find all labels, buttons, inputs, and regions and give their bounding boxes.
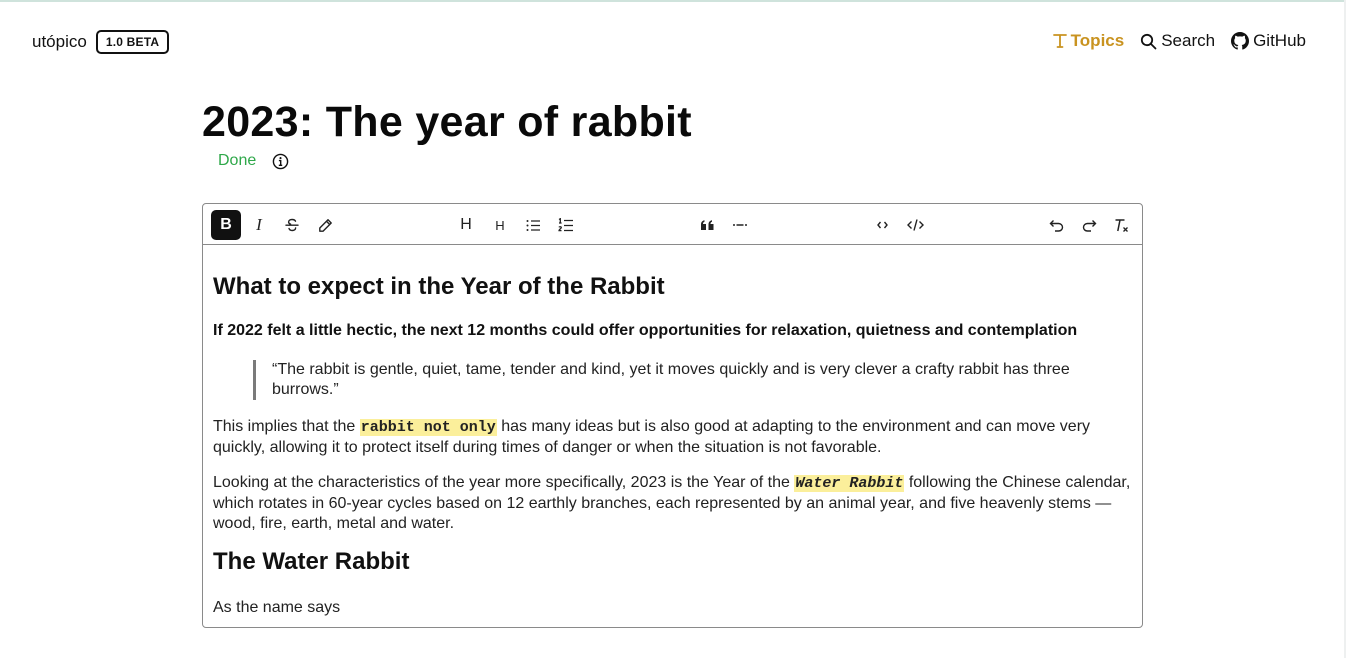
highlighted-code-2: Water Rabbit bbox=[794, 475, 905, 492]
horizontal-rule-button[interactable] bbox=[725, 210, 755, 240]
status-row: Done bbox=[218, 152, 289, 170]
main-nav: Topics Search GitHub bbox=[1052, 31, 1306, 51]
editor-toolbar: B I H H bbox=[203, 204, 1142, 245]
code-block-button[interactable] bbox=[900, 210, 930, 240]
strikethrough-icon bbox=[285, 218, 299, 232]
content-blockquote: “The rabbit is gentle, quiet, tame, tend… bbox=[253, 360, 1113, 400]
content-paragraph-3: As the name says bbox=[213, 599, 341, 616]
ordered-list-button[interactable] bbox=[551, 210, 581, 240]
heading-2-label: H bbox=[495, 217, 505, 233]
bold-button[interactable]: B bbox=[211, 210, 241, 240]
rich-text-editor[interactable]: B I H H What to expect in the Year of th… bbox=[202, 203, 1143, 628]
heading-1-label: H bbox=[460, 216, 472, 233]
github-icon bbox=[1231, 32, 1250, 50]
brand[interactable]: utópico 1.0 BETA bbox=[32, 30, 170, 54]
horizontal-rule-icon bbox=[732, 222, 748, 228]
search-icon bbox=[1140, 33, 1157, 50]
heading-2-button[interactable]: H bbox=[485, 210, 515, 240]
content-lead: If 2022 felt a little hectic, the next 1… bbox=[213, 322, 1078, 339]
ordered-list-icon bbox=[558, 217, 574, 233]
italic-label: I bbox=[256, 215, 262, 234]
version-badge: 1.0 BETA bbox=[95, 30, 170, 54]
status-label[interactable]: Done bbox=[218, 152, 256, 170]
content-heading-2: The Water Rabbit bbox=[213, 548, 410, 575]
strikethrough-button[interactable] bbox=[277, 210, 307, 240]
info-icon[interactable] bbox=[272, 153, 289, 170]
site-header: utópico 1.0 BETA Topics Search GitHub bbox=[0, 0, 1346, 84]
nav-topics-label: Topics bbox=[1070, 31, 1125, 50]
nav-search[interactable]: Search bbox=[1140, 31, 1215, 51]
code-icon bbox=[876, 220, 888, 230]
bullet-list-button[interactable] bbox=[518, 210, 548, 240]
code-button[interactable] bbox=[867, 210, 897, 240]
bold-label: B bbox=[220, 216, 232, 233]
nav-github[interactable]: GitHub bbox=[1231, 31, 1306, 51]
nav-search-label: Search bbox=[1161, 31, 1216, 50]
topics-icon bbox=[1052, 33, 1067, 49]
nav-github-label: GitHub bbox=[1253, 31, 1306, 50]
page-title: 2023: The year of rabbit bbox=[202, 98, 692, 146]
content-paragraph-2: Looking at the characteristics of the ye… bbox=[213, 473, 1133, 534]
content-heading-1: What to expect in the Year of the Rabbit bbox=[213, 273, 665, 300]
heading-1-button[interactable]: H bbox=[451, 210, 481, 240]
redo-button[interactable] bbox=[1074, 210, 1104, 240]
paragraph-1-text-before: This implies that the bbox=[213, 418, 360, 435]
clear-format-icon bbox=[1114, 218, 1130, 233]
redo-icon bbox=[1082, 219, 1097, 232]
content-paragraph-1: This implies that the rabbit not only ha… bbox=[213, 417, 1133, 458]
italic-button[interactable]: I bbox=[244, 210, 274, 240]
brand-name[interactable]: utópico bbox=[32, 32, 87, 52]
quote-icon bbox=[700, 219, 715, 231]
highlight-button[interactable] bbox=[310, 210, 340, 240]
code-block-icon bbox=[906, 218, 924, 232]
undo-button[interactable] bbox=[1041, 210, 1071, 240]
pencil-icon bbox=[318, 218, 333, 233]
highlighted-code-1: rabbit not only bbox=[359, 419, 497, 436]
bullet-list-icon bbox=[526, 219, 541, 232]
undo-icon bbox=[1049, 219, 1064, 232]
paragraph-2-text-before: Looking at the characteristics of the ye… bbox=[213, 474, 795, 491]
blockquote-button[interactable] bbox=[692, 210, 722, 240]
nav-topics[interactable]: Topics bbox=[1052, 31, 1125, 51]
clear-format-button[interactable] bbox=[1107, 210, 1137, 240]
